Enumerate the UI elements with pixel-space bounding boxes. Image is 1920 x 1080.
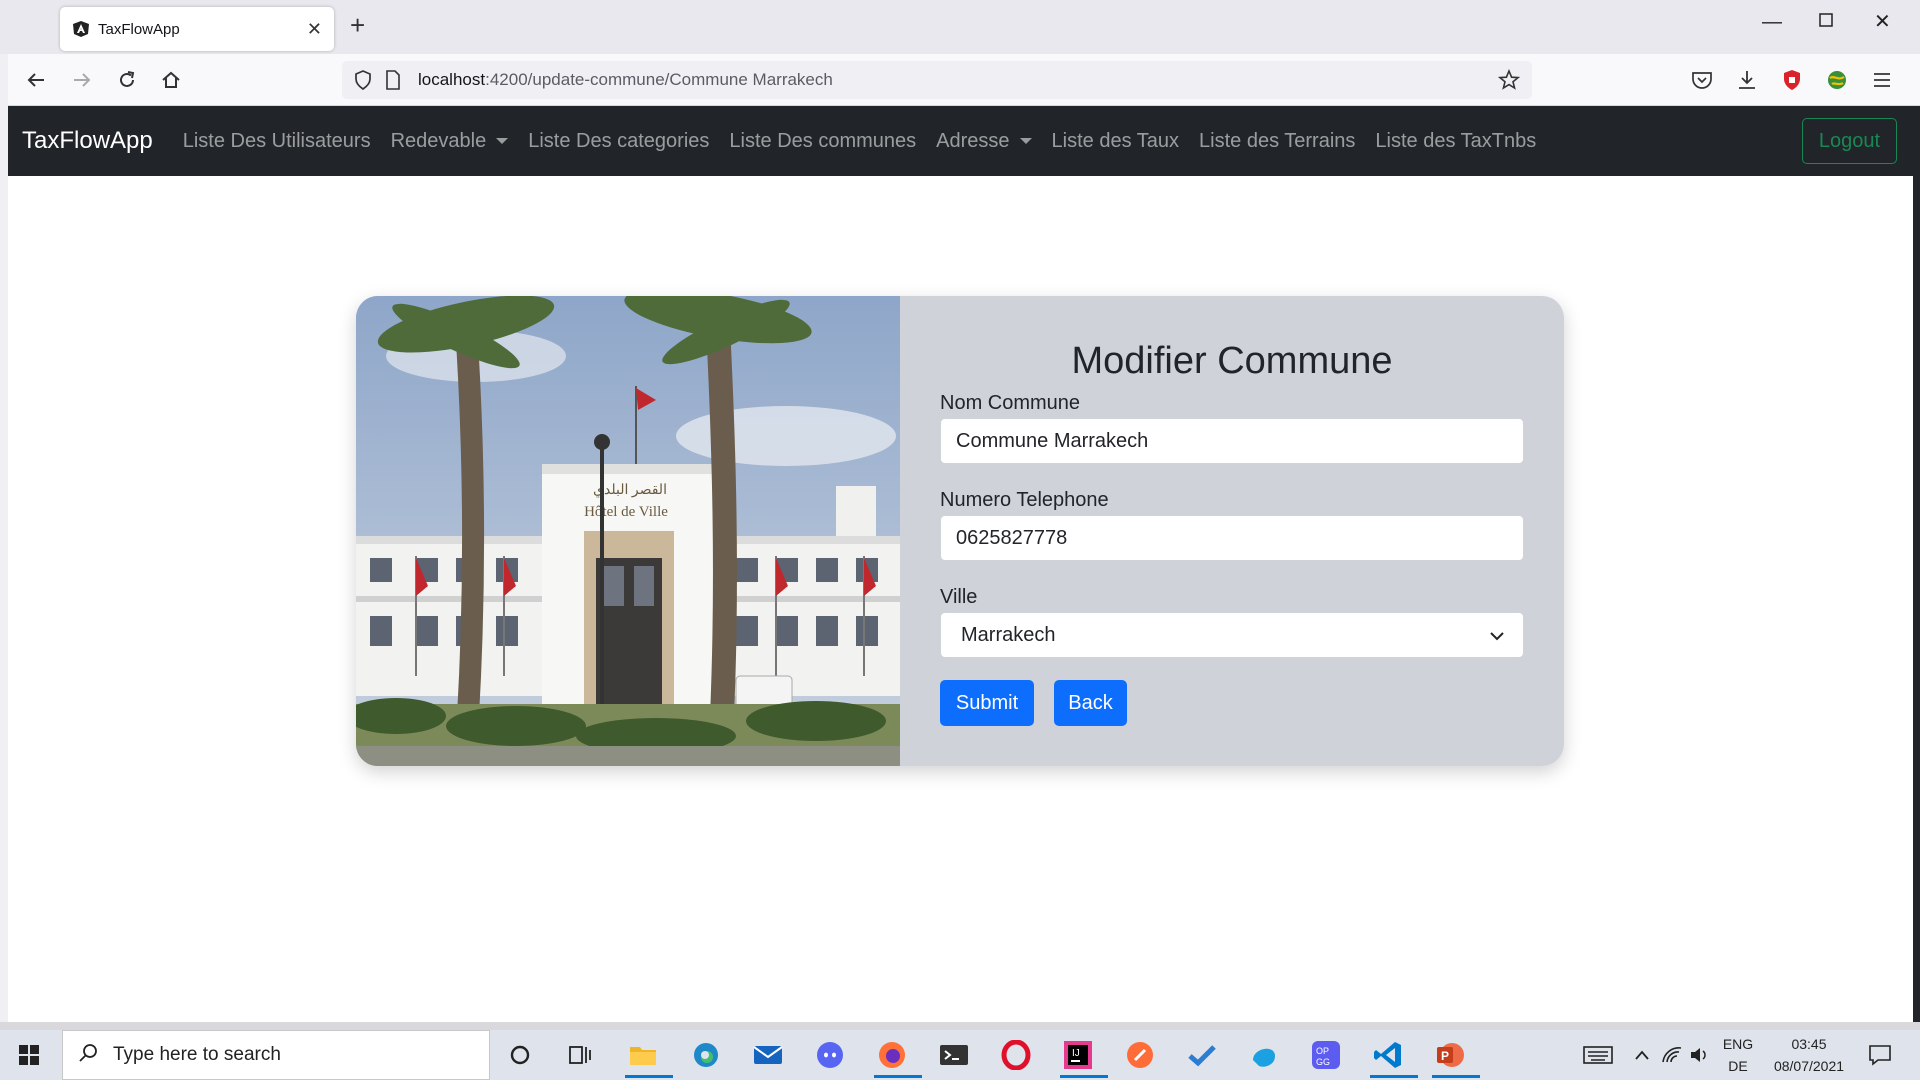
- logout-button[interactable]: Logout: [1802, 118, 1897, 164]
- address-bar[interactable]: localhost:4200/update-commune/Commune Ma…: [342, 61, 1532, 99]
- search-placeholder: Type here to search: [113, 1044, 281, 1065]
- bookmark-star-icon[interactable]: [1497, 68, 1521, 96]
- nav-adresse-label: Adresse: [936, 129, 1010, 152]
- svg-text:P: P: [1441, 1049, 1449, 1063]
- url-text[interactable]: localhost:4200/update-commune/Commune Ma…: [418, 70, 833, 90]
- nav-liste-taux[interactable]: Liste des Taux: [1052, 130, 1180, 153]
- nav-liste-categories[interactable]: Liste Des categories: [528, 130, 709, 153]
- commune-form: Modifier Commune Nom Commune Commune Mar…: [900, 296, 1564, 766]
- back-button[interactable]: Back: [1054, 680, 1127, 726]
- window-right-edge: [1913, 106, 1920, 1024]
- tab-close-icon[interactable]: ✕: [307, 20, 322, 38]
- taskbar-search-box[interactable]: Type here to search: [62, 1030, 490, 1080]
- windows-taskbar: Type here to search IJ OP GG P ENG DE 03:4…: [0, 1030, 1920, 1080]
- language-top: ENG: [1722, 1036, 1754, 1052]
- nav-adresse-dropdown[interactable]: Adresse: [936, 129, 1032, 153]
- volume-icon[interactable]: [1682, 1038, 1718, 1072]
- svg-text:القصر البلدي: القصر البلدي: [593, 483, 667, 498]
- modifier-commune-card: القصر البلدي Hôtel de Ville Modifier Com…: [356, 296, 1564, 766]
- city-hall-photo: القصر البلدي Hôtel de Ville: [356, 296, 900, 766]
- postman-icon[interactable]: [1122, 1038, 1158, 1072]
- caret-down-icon: [1019, 138, 1032, 144]
- language-bottom: DE: [1728, 1058, 1748, 1074]
- svg-text:IJ: IJ: [1072, 1048, 1080, 1059]
- nav-liste-taxtnbs[interactable]: Liste des TaxTnbs: [1375, 130, 1536, 153]
- window-left-edge: [0, 54, 8, 1024]
- back-arrow-icon[interactable]: [22, 66, 50, 94]
- vpn-globe-icon[interactable]: [1825, 68, 1849, 92]
- firefox-icon[interactable]: [874, 1038, 922, 1078]
- new-tab-plus-icon[interactable]: +: [350, 12, 365, 38]
- search-icon: [77, 1042, 99, 1069]
- intellij-icon[interactable]: IJ: [1060, 1038, 1108, 1078]
- nom-commune-input[interactable]: Commune Marrakech: [940, 418, 1524, 464]
- task-view-icon[interactable]: [562, 1038, 598, 1072]
- browser-tab-taxflowapp[interactable]: TaxFlowApp ✕: [60, 7, 334, 51]
- app-navbar: TaxFlowApp Liste Des Utilisateurs Redeva…: [8, 106, 1913, 176]
- nav-liste-communes[interactable]: Liste Des communes: [729, 130, 916, 153]
- opera-icon[interactable]: [998, 1038, 1034, 1072]
- window-bottom-edge: [0, 1022, 1920, 1030]
- keyboard-layout-icon[interactable]: [1580, 1038, 1616, 1072]
- notification-icon[interactable]: [1862, 1038, 1898, 1072]
- numero-telephone-input[interactable]: 0625827778: [940, 515, 1524, 561]
- svg-text:Hôtel de Ville: Hôtel de Ville: [584, 504, 668, 520]
- ublock-shield-icon[interactable]: [1780, 68, 1804, 92]
- opgg-icon[interactable]: OP GG: [1308, 1038, 1344, 1072]
- browser-tab-bar: TaxFlowApp ✕ + — ✕: [0, 0, 1920, 54]
- terminal-icon[interactable]: [936, 1038, 972, 1072]
- clock-time: 03:45: [1791, 1036, 1827, 1052]
- vscode-icon[interactable]: [1370, 1038, 1418, 1078]
- svg-text:OP: OP: [1316, 1046, 1329, 1056]
- ville-select[interactable]: Marrakech: [940, 612, 1524, 658]
- app-blue-icon[interactable]: [1246, 1038, 1282, 1072]
- edge-icon[interactable]: [688, 1038, 724, 1072]
- forward-arrow-icon[interactable]: [68, 66, 96, 94]
- maximize-icon[interactable]: [1818, 12, 1834, 32]
- home-icon[interactable]: [157, 66, 185, 94]
- hamburger-menu-icon[interactable]: [1870, 68, 1894, 92]
- todo-check-icon[interactable]: [1184, 1038, 1220, 1072]
- discord-icon[interactable]: [812, 1038, 848, 1072]
- brand-logo[interactable]: TaxFlowApp: [22, 127, 153, 155]
- cortana-icon[interactable]: [502, 1038, 538, 1072]
- windows-start-icon[interactable]: [18, 1044, 40, 1071]
- clock-date: 08/07/2021: [1773, 1058, 1845, 1074]
- pocket-icon[interactable]: [1690, 68, 1714, 92]
- ville-label: Ville: [940, 586, 978, 608]
- language-indicator[interactable]: ENG DE: [1720, 1033, 1756, 1077]
- ville-selected-value: Marrakech: [961, 623, 1056, 646]
- shield-icon[interactable]: [352, 69, 374, 91]
- nav-liste-utilisateurs[interactable]: Liste Des Utilisateurs: [183, 130, 371, 153]
- angular-favicon-icon: [72, 20, 90, 38]
- powerpoint-icon[interactable]: P: [1432, 1038, 1480, 1078]
- form-title: Modifier Commune: [1071, 340, 1393, 382]
- reload-icon[interactable]: [113, 66, 141, 94]
- nav-liste-terrains[interactable]: Liste des Terrains: [1199, 130, 1355, 153]
- nav-redevable-dropdown[interactable]: Redevable: [391, 130, 509, 153]
- page-icon[interactable]: [382, 69, 404, 91]
- svg-text:GG: GG: [1316, 1057, 1330, 1067]
- file-explorer-icon[interactable]: [625, 1038, 673, 1078]
- clock[interactable]: 03:45 08/07/2021: [1764, 1033, 1854, 1077]
- close-window-icon[interactable]: ✕: [1874, 12, 1891, 32]
- browser-toolbar: localhost:4200/update-commune/Commune Ma…: [0, 54, 1920, 106]
- caret-down-icon: [496, 138, 509, 144]
- submit-button[interactable]: Submit: [940, 680, 1034, 726]
- minimize-icon[interactable]: —: [1762, 12, 1782, 32]
- tab-title: TaxFlowApp: [98, 20, 180, 38]
- download-icon[interactable]: [1735, 68, 1759, 92]
- mail-icon[interactable]: [750, 1038, 786, 1072]
- chevron-down-icon: [1489, 624, 1505, 647]
- nav-redevable-label: Redevable: [390, 129, 487, 152]
- numero-telephone-label: Numero Telephone: [940, 489, 1109, 511]
- nom-commune-label: Nom Commune: [940, 392, 1081, 414]
